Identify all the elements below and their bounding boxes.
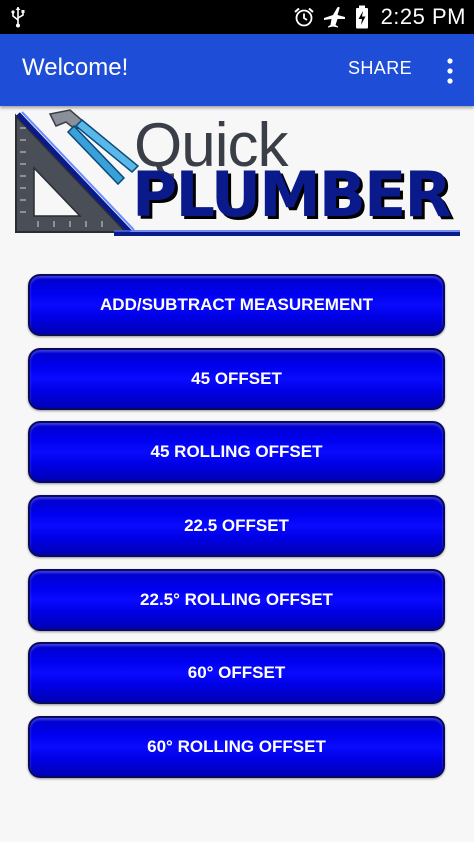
add-subtract-measurement-button[interactable]: ADD/SUBTRACT MEASUREMENT <box>28 274 445 336</box>
app-logo: Quick PLUMBER <box>14 108 462 238</box>
airplane-mode-icon <box>323 6 345 28</box>
45-rolling-offset-button[interactable]: 45 ROLLING OFFSET <box>28 421 445 484</box>
offset-menu: ADD/SUBTRACT MEASUREMENT 45 OFFSET 45 RO… <box>28 274 445 790</box>
60-rolling-offset-button[interactable]: 60° ROLLING OFFSET <box>28 716 445 779</box>
battery-charging-icon <box>355 5 368 29</box>
status-time: 2:25 PM <box>380 4 466 29</box>
status-icons: 2:25 PM <box>293 0 466 34</box>
share-button[interactable]: SHARE <box>348 58 412 79</box>
status-bar: 2:25 PM <box>0 0 474 34</box>
logo-text-plumber: PLUMBER <box>132 158 452 231</box>
45-offset-button[interactable]: 45 OFFSET <box>28 347 445 410</box>
alarm-icon <box>293 7 314 27</box>
usb-icon <box>11 7 25 28</box>
22-5-rolling-offset-button[interactable]: 22.5° ROLLING OFFSET <box>28 568 445 631</box>
app-title: Welcome! <box>22 54 129 81</box>
more-vert-icon[interactable] <box>446 58 454 84</box>
60-offset-button[interactable]: 60° OFFSET <box>28 642 445 705</box>
app-bar: Welcome! SHARE <box>0 34 474 106</box>
22-5-offset-button[interactable]: 22.5 OFFSET <box>28 495 445 558</box>
